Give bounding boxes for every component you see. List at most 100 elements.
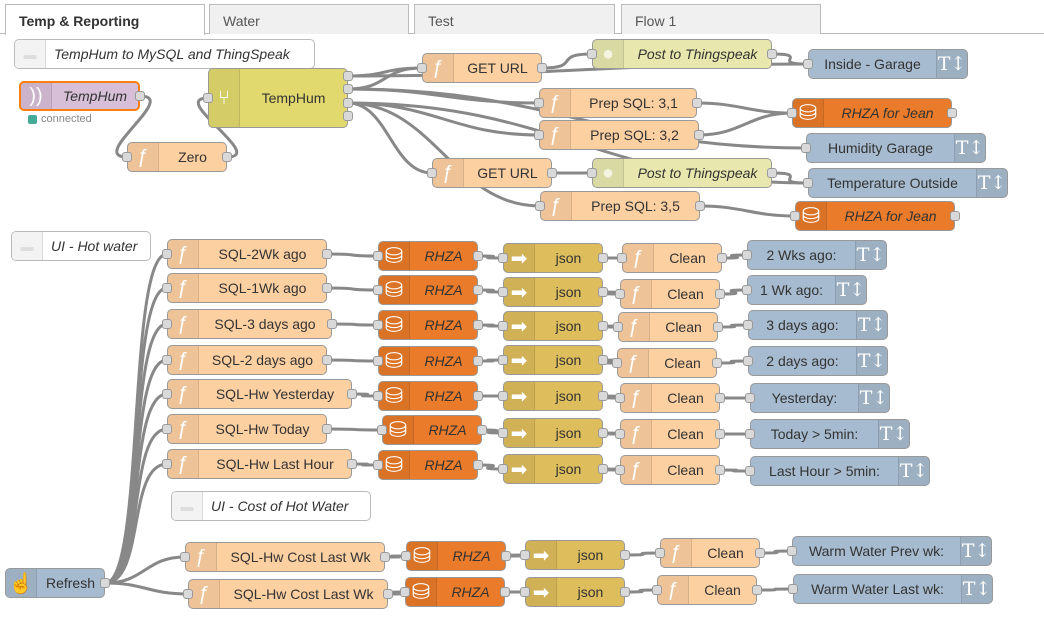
input-port[interactable] xyxy=(790,211,800,221)
input-port[interactable] xyxy=(373,285,383,295)
mysql-node[interactable]: ⛁ RHZA xyxy=(378,275,478,305)
input-port[interactable] xyxy=(498,287,508,297)
function-node[interactable]: ƒ Clean xyxy=(620,419,720,449)
input-port[interactable] xyxy=(743,320,753,330)
mysql-node[interactable]: ⛁ RHZA xyxy=(378,346,478,376)
output-port[interactable] xyxy=(347,459,357,469)
wire[interactable] xyxy=(696,101,793,115)
function-node[interactable]: ƒ GET URL xyxy=(422,53,542,83)
ui-node[interactable]: Warm Water Prev wk: T↕ xyxy=(792,536,992,566)
json-node[interactable]: ➡ json xyxy=(503,381,603,411)
output-port[interactable] xyxy=(598,464,608,474)
json-node[interactable]: ➡ json xyxy=(525,577,625,607)
input-port[interactable] xyxy=(373,251,383,261)
mysql-node[interactable]: ⛁ RHZA xyxy=(406,541,506,571)
function-node[interactable]: ƒ GET URL xyxy=(432,158,552,188)
json-node[interactable]: ➡ json xyxy=(503,277,603,307)
input-port[interactable] xyxy=(162,283,172,293)
output-port[interactable] xyxy=(950,211,960,221)
output-port[interactable] xyxy=(620,587,630,597)
output-port[interactable] xyxy=(598,391,608,401)
mysql-node[interactable]: ⛁ RHZA xyxy=(378,241,478,271)
output-port[interactable] xyxy=(322,283,332,293)
output-port[interactable] xyxy=(947,108,957,118)
flow-canvas[interactable]: ▬ TempHum to MySQL and ThingSpeak)) TempHu… xyxy=(0,34,1044,638)
comment-node[interactable]: ▬ TempHum to MySQL and ThingSpeak xyxy=(14,39,315,69)
output-port[interactable] xyxy=(715,393,725,403)
output-port[interactable] xyxy=(537,63,547,73)
input-port[interactable] xyxy=(788,584,798,594)
input-port[interactable] xyxy=(122,152,132,162)
mysql-node[interactable]: ⛁ RHZA xyxy=(382,415,482,445)
output-port[interactable] xyxy=(712,358,722,368)
input-port[interactable] xyxy=(520,587,530,597)
ui-node[interactable]: Yesterday: T↕ xyxy=(750,383,890,413)
output-port[interactable] xyxy=(343,84,353,94)
ui-node[interactable]: 2 days ago: T↕ xyxy=(748,346,888,376)
output-port[interactable] xyxy=(598,287,608,297)
output-port[interactable] xyxy=(343,111,353,121)
function-node[interactable]: ƒ SQL-Hw Last Hour xyxy=(167,449,352,479)
input-port[interactable] xyxy=(615,393,625,403)
output-port[interactable] xyxy=(755,548,765,558)
wire[interactable] xyxy=(326,358,379,363)
output-port[interactable] xyxy=(501,551,511,561)
input-port[interactable] xyxy=(183,589,193,599)
output-port[interactable] xyxy=(752,585,762,595)
input-port[interactable] xyxy=(373,460,383,470)
wire[interactable] xyxy=(104,581,189,596)
output-port[interactable] xyxy=(322,424,332,434)
wire[interactable] xyxy=(699,204,796,218)
input-port[interactable] xyxy=(787,108,797,118)
output-port[interactable] xyxy=(598,253,608,263)
output-port[interactable] xyxy=(343,98,353,108)
function-node[interactable]: ƒ Prep SQL: 3,1 xyxy=(539,88,697,118)
json-node[interactable]: ➡ json xyxy=(503,345,603,375)
input-port[interactable] xyxy=(652,585,662,595)
input-port[interactable] xyxy=(427,168,437,178)
function-node[interactable]: ƒ SQL-Hw Cost Last Wk xyxy=(188,579,388,609)
output-port[interactable] xyxy=(380,552,390,562)
wire[interactable] xyxy=(104,358,168,585)
function-node[interactable]: ƒ SQL-Hw Cost Last Wk xyxy=(185,542,385,572)
function-node[interactable]: ƒ SQL-Hw Yesterday xyxy=(167,379,352,409)
input-port[interactable] xyxy=(534,130,544,140)
input-port[interactable] xyxy=(617,253,627,263)
output-port[interactable] xyxy=(100,578,110,588)
input-port[interactable] xyxy=(180,552,190,562)
input-port[interactable] xyxy=(520,550,530,560)
output-port[interactable] xyxy=(767,49,777,59)
function-node[interactable]: ƒ SQL-Hw Today xyxy=(167,414,327,444)
output-port[interactable] xyxy=(473,251,483,261)
input-port[interactable] xyxy=(742,250,752,260)
http-node[interactable]: ● Post to Thingspeak xyxy=(592,39,772,69)
tab-flow-1[interactable]: Flow 1 xyxy=(621,4,821,34)
wire[interactable] xyxy=(347,87,540,105)
input-port[interactable] xyxy=(162,249,172,259)
input-port[interactable] xyxy=(498,464,508,474)
ui-node[interactable]: Inside - Garage T↕ xyxy=(808,49,968,79)
output-port[interactable] xyxy=(473,285,483,295)
output-port[interactable] xyxy=(547,168,557,178)
ui-node[interactable]: Warm Water Last wk: T↕ xyxy=(793,574,993,604)
json-node[interactable]: ➡ json xyxy=(503,454,603,484)
output-port[interactable] xyxy=(767,168,777,178)
input-port[interactable] xyxy=(373,356,383,366)
function-node[interactable]: ƒ SQL-1Wk ago xyxy=(167,273,327,303)
output-port[interactable] xyxy=(473,391,483,401)
wire[interactable] xyxy=(331,322,379,327)
output-port[interactable] xyxy=(473,320,483,330)
input-port[interactable] xyxy=(615,289,625,299)
output-port[interactable] xyxy=(598,428,608,438)
comment-node[interactable]: ▬ UI - Hot water xyxy=(11,231,151,261)
function-node[interactable]: ƒ Clean xyxy=(618,312,718,342)
output-port[interactable] xyxy=(715,429,725,439)
input-port[interactable] xyxy=(745,393,755,403)
wire[interactable] xyxy=(326,286,379,292)
input-port[interactable] xyxy=(498,428,508,438)
input-port[interactable] xyxy=(612,358,622,368)
inject-node[interactable]: ☝ Refresh xyxy=(5,568,105,598)
http-node[interactable]: ● Post to Thingspeak xyxy=(592,158,772,188)
function-node[interactable]: ƒ Clean xyxy=(620,455,720,485)
input-port[interactable] xyxy=(587,49,597,59)
